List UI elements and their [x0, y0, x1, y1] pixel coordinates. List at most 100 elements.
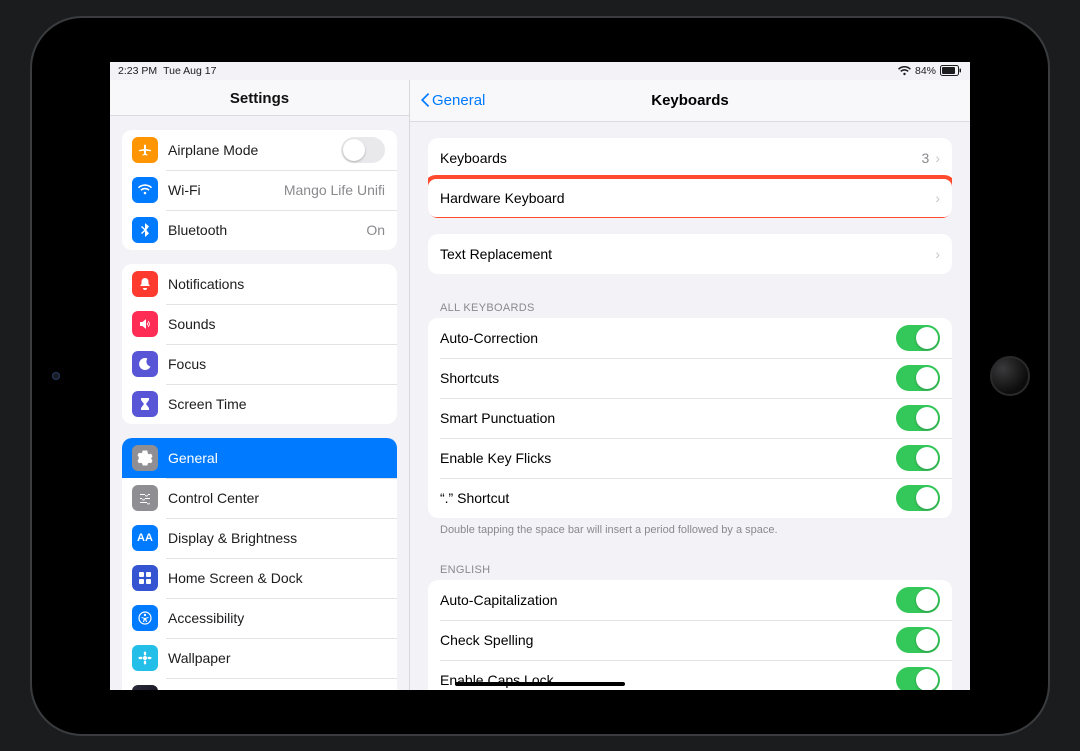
sidebar-item-screentime[interactable]: Screen Time: [122, 384, 397, 424]
ipad-frame: 2:23 PM Tue Aug 17 84% Settings: [30, 16, 1050, 736]
airplane-label: Airplane Mode: [168, 142, 341, 158]
settings-sidebar: Settings Airplane Mode: [110, 80, 410, 690]
sidebar-item-display[interactable]: AA Display & Brightness: [122, 518, 397, 558]
row-text-replacement[interactable]: Text Replacement ›: [428, 234, 952, 274]
periodshortcut-label: “.” Shortcut: [440, 490, 896, 506]
capslock-toggle[interactable]: [896, 667, 940, 690]
sidebar-group-general: General Control Center AA D: [122, 438, 397, 690]
airplane-icon: [132, 137, 158, 163]
focus-label: Focus: [168, 356, 385, 372]
section-all-keyboards: ALL KEYBOARDS: [440, 302, 940, 314]
smartpunct-toggle[interactable]: [896, 405, 940, 431]
battery-icon: [940, 65, 962, 76]
chevron-left-icon: [418, 91, 430, 109]
status-battery: 84%: [915, 65, 936, 77]
group-keyboards: Keyboards 3 › Hardware Keyboard ›: [428, 138, 952, 218]
screen: 2:23 PM Tue Aug 17 84% Settings: [110, 62, 970, 690]
moon-icon: [132, 351, 158, 377]
keyflicks-label: Enable Key Flicks: [440, 450, 896, 466]
autocap-label: Auto-Capitalization: [440, 592, 896, 608]
general-label: General: [168, 450, 385, 466]
sidebar-item-wifi[interactable]: Wi-Fi Mango Life Unifi: [122, 170, 397, 210]
text-replacement-label: Text Replacement: [440, 246, 935, 262]
wifi-value: Mango Life Unifi: [284, 182, 385, 198]
row-period-shortcut[interactable]: “.” Shortcut: [428, 478, 952, 518]
main-scroll[interactable]: Keyboards 3 › Hardware Keyboard ›: [410, 122, 970, 690]
shortcuts-label: Shortcuts: [440, 370, 896, 386]
accessibility-label: Accessibility: [168, 610, 385, 626]
camera-dot: [52, 372, 60, 380]
keyboards-label: Keyboards: [440, 150, 922, 166]
screen-bezel: 2:23 PM Tue Aug 17 84% Settings: [110, 54, 970, 698]
shortcuts-toggle[interactable]: [896, 365, 940, 391]
airplane-toggle[interactable]: [341, 137, 385, 163]
group-text-replacement: Text Replacement ›: [428, 234, 952, 274]
row-smart-punctuation[interactable]: Smart Punctuation: [428, 398, 952, 438]
keyflicks-toggle[interactable]: [896, 445, 940, 471]
bluetooth-label: Bluetooth: [168, 222, 366, 238]
controlcenter-label: Control Center: [168, 490, 385, 506]
homescreen-label: Home Screen & Dock: [168, 570, 385, 586]
autocorrect-toggle[interactable]: [896, 325, 940, 351]
sidebar-item-wallpaper[interactable]: Wallpaper: [122, 638, 397, 678]
back-button[interactable]: General: [418, 91, 485, 109]
notifications-label: Notifications: [168, 276, 385, 292]
chevron-right-icon: ›: [935, 190, 940, 206]
bell-icon: [132, 271, 158, 297]
bluetooth-icon: [132, 217, 158, 243]
gear-icon: [132, 445, 158, 471]
grid-icon: [132, 565, 158, 591]
spelling-toggle[interactable]: [896, 627, 940, 653]
wifi-icon-box: [132, 177, 158, 203]
group-all-keyboards: Auto-Correction Shortcuts Smart Punctuat…: [428, 318, 952, 518]
autocap-toggle[interactable]: [896, 587, 940, 613]
sliders-icon: [132, 485, 158, 511]
screentime-label: Screen Time: [168, 396, 385, 412]
row-autocorrect[interactable]: Auto-Correction: [428, 318, 952, 358]
chevron-right-icon: ›: [935, 150, 940, 166]
sidebar-item-sounds[interactable]: Sounds: [122, 304, 397, 344]
sidebar-item-homescreen[interactable]: Home Screen & Dock: [122, 558, 397, 598]
speaker-icon: [132, 311, 158, 337]
sidebar-item-bluetooth[interactable]: Bluetooth On: [122, 210, 397, 250]
page-title: Keyboards: [410, 92, 970, 109]
hourglass-icon: [132, 391, 158, 417]
row-hardware-keyboard[interactable]: Hardware Keyboard ›: [428, 178, 952, 218]
sidebar-group-connectivity: Airplane Mode Wi-Fi Mango Life Unifi: [122, 130, 397, 250]
wifi-icon: [898, 66, 911, 76]
row-spelling[interactable]: Check Spelling: [428, 620, 952, 660]
sidebar-item-controlcenter[interactable]: Control Center: [122, 478, 397, 518]
sidebar-group-notifications: Notifications Sounds Focus: [122, 264, 397, 424]
sidebar-item-focus[interactable]: Focus: [122, 344, 397, 384]
sounds-label: Sounds: [168, 316, 385, 332]
section-english: ENGLISH: [440, 564, 940, 576]
flower-icon: [132, 645, 158, 671]
sidebar-item-airplane[interactable]: Airplane Mode: [122, 130, 397, 170]
hardware-keyboard-label: Hardware Keyboard: [440, 190, 935, 206]
group-english: Auto-Capitalization Check Spelling Enabl…: [428, 580, 952, 690]
status-bar: 2:23 PM Tue Aug 17 84%: [110, 62, 970, 80]
home-indicator[interactable]: [455, 682, 625, 686]
sidebar-item-notifications[interactable]: Notifications: [122, 264, 397, 304]
row-autocap[interactable]: Auto-Capitalization: [428, 580, 952, 620]
row-keyboards[interactable]: Keyboards 3 ›: [428, 138, 952, 178]
status-date: Tue Aug 17: [163, 65, 216, 77]
wallpaper-label: Wallpaper: [168, 650, 385, 666]
row-key-flicks[interactable]: Enable Key Flicks: [428, 438, 952, 478]
period-footnote: Double tapping the space bar will insert…: [440, 524, 940, 536]
nav-bar: General Keyboards: [410, 80, 970, 122]
sidebar-title: Settings: [110, 80, 409, 116]
bluetooth-value: On: [366, 222, 385, 238]
wifi-label: Wi-Fi: [168, 182, 284, 198]
periodshortcut-toggle[interactable]: [896, 485, 940, 511]
home-button[interactable]: [990, 356, 1030, 396]
spelling-label: Check Spelling: [440, 632, 896, 648]
sidebar-item-accessibility[interactable]: Accessibility: [122, 598, 397, 638]
autocorrect-label: Auto-Correction: [440, 330, 896, 346]
smartpunct-label: Smart Punctuation: [440, 410, 896, 426]
siri-icon: [132, 685, 158, 690]
sidebar-item-siri[interactable]: Siri & Search: [122, 678, 397, 690]
row-shortcuts[interactable]: Shortcuts: [428, 358, 952, 398]
sidebar-item-general[interactable]: General: [122, 438, 397, 478]
status-time: 2:23 PM: [118, 65, 157, 77]
